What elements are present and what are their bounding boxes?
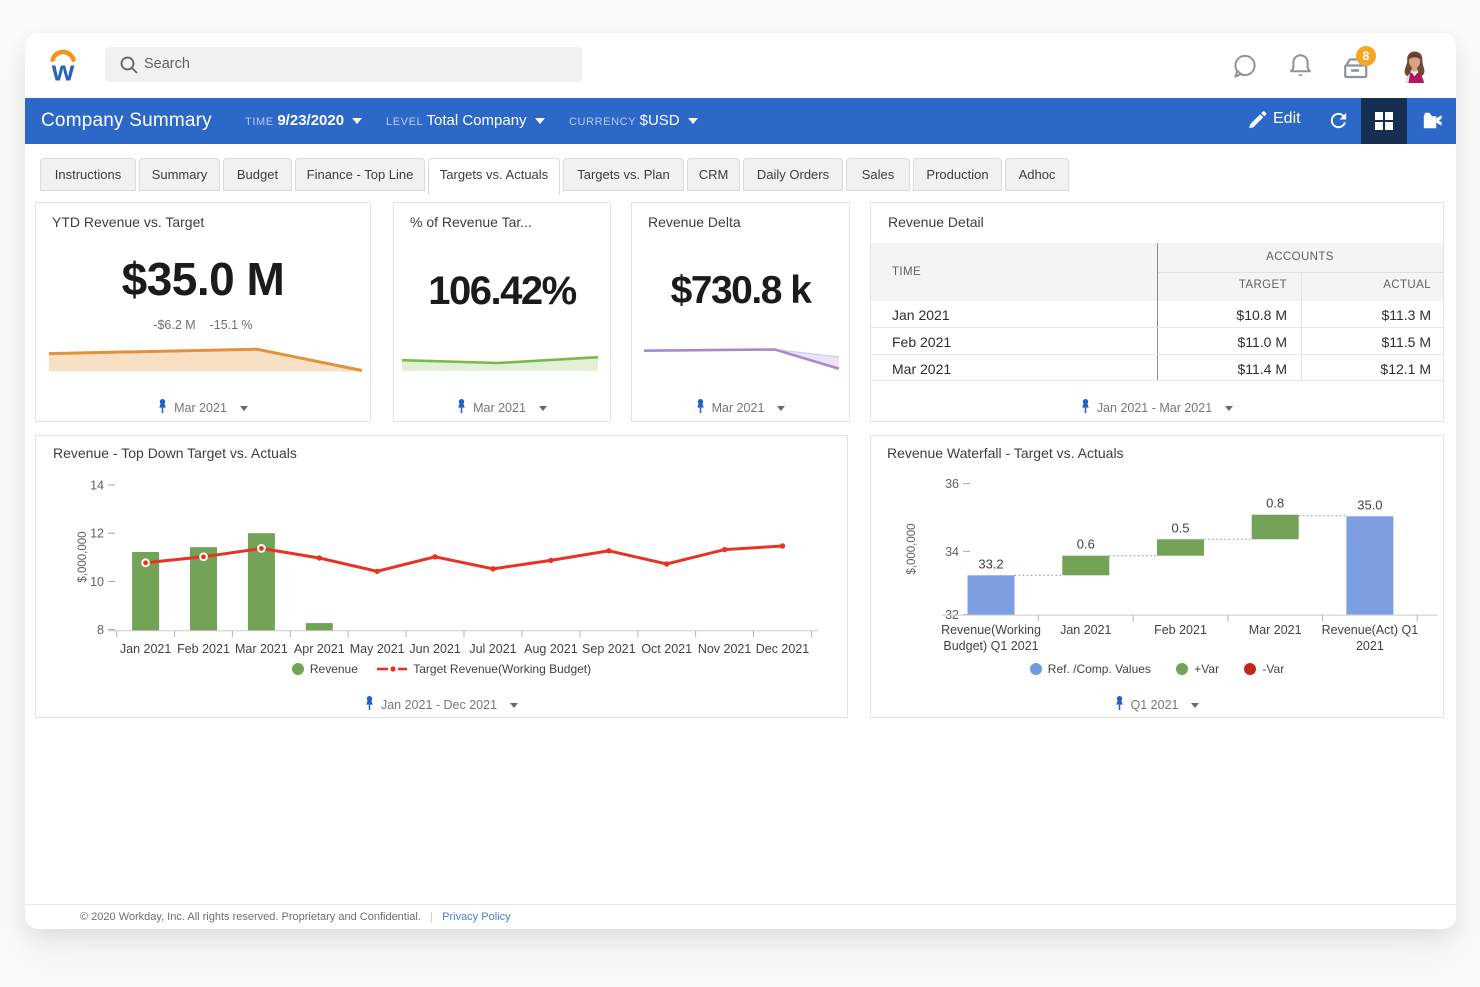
svg-text:Jul 2021: Jul 2021 (469, 642, 516, 656)
svg-text:8: 8 (97, 623, 104, 637)
svg-text:Jan 2021: Jan 2021 (1060, 623, 1111, 637)
svg-text:Jun 2021: Jun 2021 (409, 642, 460, 656)
svg-text:Revenue Waterfall - Target vs.: Revenue Waterfall - Target vs. Actuals (887, 445, 1124, 461)
svg-text:Revenue - Top Down Target vs.: Revenue - Top Down Target vs. Actuals (53, 445, 297, 461)
svg-text:12: 12 (90, 527, 104, 541)
svg-text:36: 36 (945, 477, 959, 491)
svg-text:Jan 2021: Jan 2021 (120, 642, 171, 656)
svg-text:Sep 2021: Sep 2021 (582, 642, 636, 656)
svg-text:0.6: 0.6 (1077, 537, 1095, 552)
svg-text:33.2: 33.2 (978, 556, 1003, 571)
svg-text:Oct 2021: Oct 2021 (641, 642, 692, 656)
svg-text:35.0: 35.0 (1357, 497, 1382, 512)
svg-text:Budget) Q1 2021: Budget) Q1 2021 (943, 639, 1038, 653)
svg-text:w: w (51, 56, 75, 84)
svg-text:Mar 2021: Mar 2021 (1249, 623, 1302, 637)
svg-text:2021: 2021 (1356, 639, 1384, 653)
svg-text:10: 10 (90, 575, 104, 589)
svg-text:Aug 2021: Aug 2021 (524, 642, 578, 656)
svg-text:May 2021: May 2021 (350, 642, 405, 656)
svg-text:Feb 2021: Feb 2021 (1154, 623, 1207, 637)
svg-text:Mar 2021: Mar 2021 (235, 642, 288, 656)
svg-text:$,000,000: $,000,000 (906, 523, 918, 574)
svg-text:Revenue(Act) Q1: Revenue(Act) Q1 (1322, 623, 1419, 637)
svg-text:Revenue(Working: Revenue(Working (941, 623, 1041, 637)
svg-text:Apr 2021: Apr 2021 (294, 642, 345, 656)
svg-text:14: 14 (90, 479, 104, 493)
svg-text:Dec 2021: Dec 2021 (756, 642, 810, 656)
svg-text:34: 34 (945, 545, 959, 559)
svg-text:0.5: 0.5 (1171, 520, 1189, 535)
svg-text:Feb 2021: Feb 2021 (177, 642, 230, 656)
svg-text:$,000,000: $,000,000 (77, 531, 89, 582)
svg-text:Nov 2021: Nov 2021 (698, 642, 752, 656)
svg-text:0.8: 0.8 (1266, 496, 1284, 511)
